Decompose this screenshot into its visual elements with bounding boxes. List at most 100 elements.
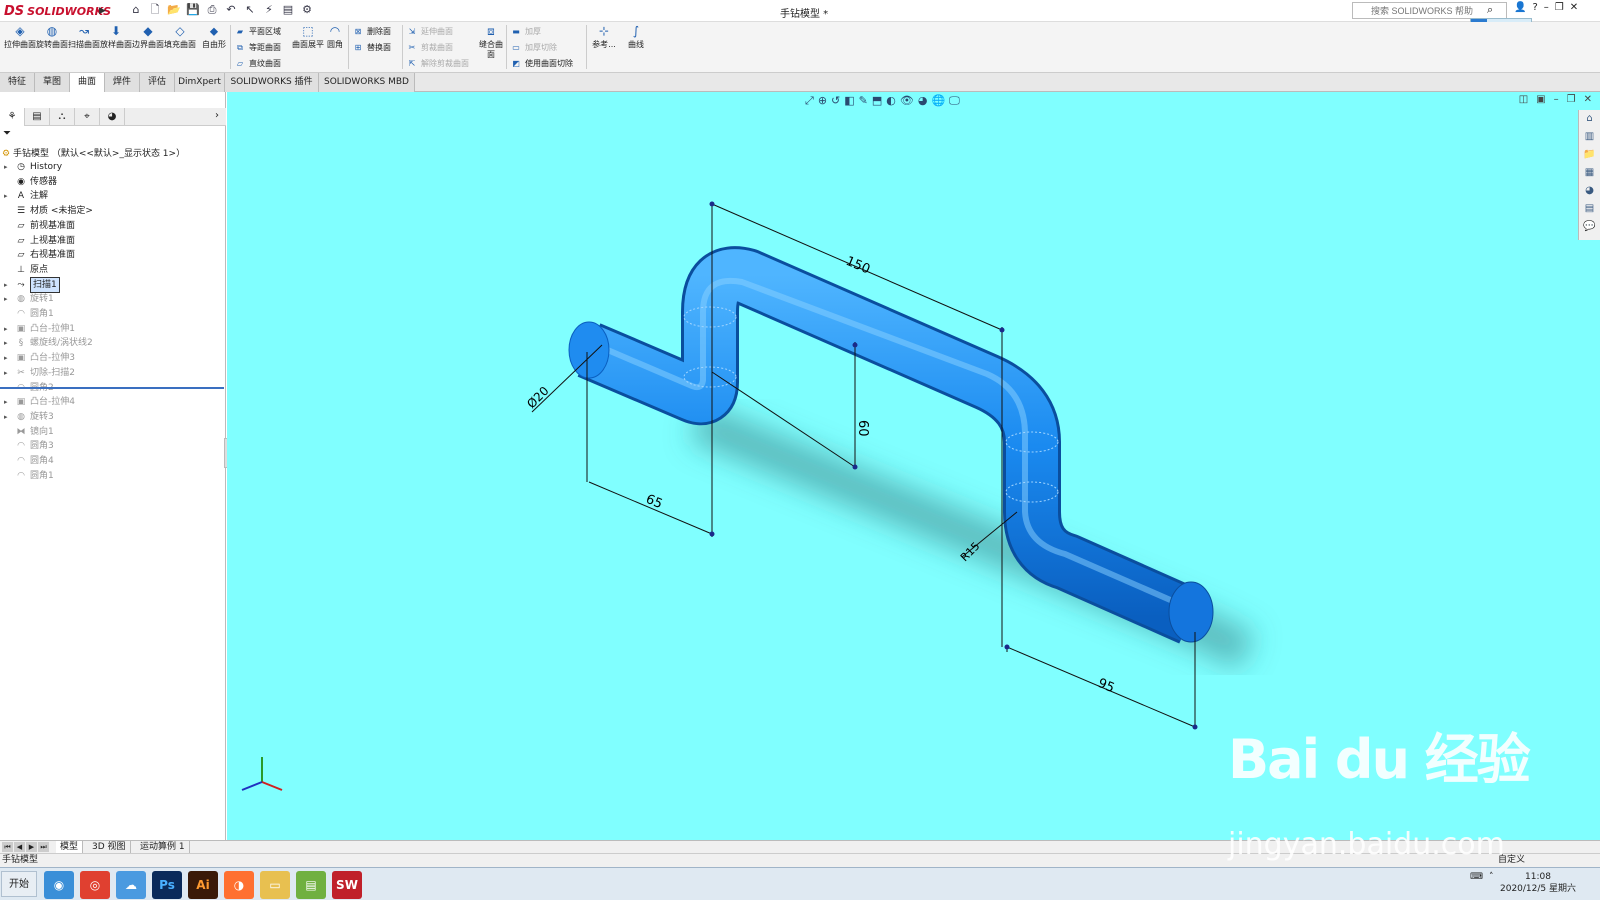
rollback-bar[interactable] xyxy=(0,387,224,389)
user-icon[interactable]: 👤 xyxy=(1514,2,1526,13)
knit-surface-button[interactable]: ⧈ 缝合曲面 xyxy=(478,25,504,70)
explorer-app-icon[interactable]: ▭ xyxy=(260,871,290,899)
expand-arrow-icon[interactable]: ▸ xyxy=(4,351,12,365)
print-icon[interactable]: ⎙ xyxy=(204,2,220,18)
keyboard-icon[interactable]: ⌨ xyxy=(1470,872,1483,882)
close-icon[interactable]: ✕ xyxy=(1570,2,1578,13)
tree-item[interactable]: ⊥ 原点 xyxy=(4,263,48,277)
clock[interactable]: 11:08 2020/12/5 星期六 xyxy=(1500,871,1576,895)
first-tab-icon[interactable]: ⏮ xyxy=(2,842,13,852)
offset-surface-button[interactable]: ⧉ 等距曲面 xyxy=(234,40,281,55)
trim-surface-button[interactable]: ✂ 剪裁曲面 xyxy=(406,40,453,55)
panel-expand-chevron-icon[interactable]: › xyxy=(215,110,219,121)
illustrator-app-icon[interactable]: Ai xyxy=(188,871,218,899)
expand-arrow-icon[interactable]: ▸ xyxy=(4,395,12,409)
expand-arrow-icon[interactable]: ▸ xyxy=(4,410,12,424)
tree-item[interactable]: ▸ ▣ 凸台-拉伸3 xyxy=(4,351,75,365)
boundary-surface-button[interactable]: ◆ 边界曲面 xyxy=(132,25,164,70)
zoom-to-fit-icon[interactable]: ⤢ xyxy=(805,94,814,110)
firefox-app-icon[interactable]: ◑ xyxy=(224,871,254,899)
tree-item[interactable]: ▸ ▣ 凸台-拉伸1 xyxy=(4,322,75,336)
tree-root[interactable]: ⚙ 手钻模型 （默认<<默认>_显示状态 1>） xyxy=(2,146,185,159)
tree-item[interactable]: ▸ ⤳ 扫描1 xyxy=(4,276,60,293)
apply-scene-icon[interactable]: 🌐 xyxy=(931,94,945,110)
expand-arrow-icon[interactable]: ▸ xyxy=(4,322,12,336)
search-icon[interactable]: ⌕ xyxy=(1487,3,1493,17)
custom-properties-icon[interactable]: ▤ xyxy=(1585,203,1594,218)
expand-arrow-icon[interactable]: ▸ xyxy=(4,292,12,306)
planar-surface-button[interactable]: ▰ 平面区域 xyxy=(234,24,281,39)
minimize-icon[interactable]: – xyxy=(1544,2,1549,13)
viewport-tile-icon[interactable]: ▣ xyxy=(1536,94,1545,105)
rebuild-icon[interactable]: ⚡ xyxy=(261,2,277,18)
tree-item[interactable]: ▱ 右视基准面 xyxy=(4,248,75,262)
new-file-icon[interactable]: 🗋 xyxy=(147,2,163,18)
freeform-button[interactable]: ⬥ 自由形 xyxy=(198,25,230,70)
help-search-input[interactable] xyxy=(1352,2,1507,19)
tab-sketch[interactable]: 草图 xyxy=(35,73,70,92)
thicken-button[interactable]: ▬ 加厚 xyxy=(510,24,541,39)
prev-tab-icon[interactable]: ◀ xyxy=(14,842,25,852)
fillet-button[interactable]: ◠ 圆角 xyxy=(324,25,346,70)
help-icon[interactable]: ? xyxy=(1532,2,1537,13)
display-style-icon[interactable]: ◐ xyxy=(886,94,896,110)
tree-item[interactable]: ◠ 圆角1 xyxy=(4,307,54,321)
view-orientation-icon[interactable]: ⬒ xyxy=(872,94,882,110)
tree-item[interactable]: ▸ ▣ 凸台-拉伸4 xyxy=(4,395,75,409)
forum-icon[interactable]: 💬 xyxy=(1583,221,1595,236)
loft-surface-button[interactable]: ⬇ 放样曲面 xyxy=(100,25,132,70)
replace-face-button[interactable]: ⊞ 替换面 xyxy=(352,40,391,55)
tab-evaluate[interactable]: 评估 xyxy=(140,73,175,92)
fill-surface-button[interactable]: ◇ 填充曲面 xyxy=(164,25,196,70)
curves-button[interactable]: ∫ 曲线 xyxy=(620,25,652,70)
view-palette-icon[interactable]: ▦ xyxy=(1585,167,1594,182)
viewport-close-icon[interactable]: ✕ xyxy=(1584,94,1592,105)
delete-face-button[interactable]: ⊠ 删除面 xyxy=(352,24,391,39)
extrude-surface-button[interactable]: ◈ 拉伸曲面 xyxy=(4,25,36,70)
ruled-surface-button[interactable]: ▱ 直纹曲面 xyxy=(234,56,281,71)
viewport-minimize-icon[interactable]: – xyxy=(1554,94,1559,105)
edit-appearance-icon[interactable]: ◕ xyxy=(918,94,928,110)
revolve-surface-button[interactable]: ◍ 旋转曲面 xyxy=(36,25,68,70)
browser-app-icon[interactable]: ◉ xyxy=(44,871,74,899)
display-manager-tab-icon[interactable]: ◕ xyxy=(100,108,125,126)
file-explorer-icon[interactable]: 📁 xyxy=(1583,149,1595,164)
tree-item[interactable]: ◉ 传感器 xyxy=(4,175,57,189)
chrome-app-icon[interactable]: ◎ xyxy=(80,871,110,899)
notepad-app-icon[interactable]: ▤ xyxy=(296,871,326,899)
expand-arrow-icon[interactable]: ▸ xyxy=(4,278,12,292)
restore-icon[interactable]: ❐ xyxy=(1555,2,1564,13)
extend-surface-button[interactable]: ⇲ 延伸曲面 xyxy=(406,24,453,39)
previous-view-icon[interactable]: ↺ xyxy=(831,94,840,110)
thicken-cut-button[interactable]: ▭ 加厚切除 xyxy=(510,40,557,55)
dimxpert-manager-tab-icon[interactable]: ⌖ xyxy=(75,108,100,126)
tab-solidworks-addins[interactable]: SOLIDWORKS 插件 xyxy=(225,73,319,92)
tree-item[interactable]: ▸ A 注解 xyxy=(4,189,48,203)
tree-item[interactable]: ◠ 圆角1 xyxy=(4,469,54,483)
viewport-split-icon[interactable]: ◫ xyxy=(1519,94,1528,105)
tree-item[interactable]: ◠ 圆角4 xyxy=(4,454,54,468)
tree-item[interactable]: ☰ 材质 <未指定> xyxy=(4,204,93,218)
untrim-surface-button[interactable]: ⇱ 解除剪裁曲面 xyxy=(406,56,469,71)
expand-arrow-icon[interactable]: ▸ xyxy=(4,189,12,203)
reference-geometry-button[interactable]: ⊹ 参考... xyxy=(588,25,620,70)
menu-expand-arrow-icon[interactable]: ▶ xyxy=(99,4,107,18)
sweep-surface-button[interactable]: ↝ 扫描曲面 xyxy=(68,25,100,70)
tab-features[interactable]: 特征 xyxy=(0,73,35,92)
baidu-netdisk-app-icon[interactable]: ☁ xyxy=(116,871,146,899)
property-manager-tab-icon[interactable]: ▤ xyxy=(25,108,50,126)
tree-item[interactable]: ▸ ◷ History xyxy=(4,160,62,174)
appearances-icon[interactable]: ◕ xyxy=(1585,185,1594,200)
section-view-icon[interactable]: ◧ xyxy=(844,94,854,110)
tab-surfaces[interactable]: 曲面 xyxy=(70,73,105,92)
expand-arrow-icon[interactable]: ▸ xyxy=(4,160,12,174)
view-settings-icon[interactable]: 🖵 xyxy=(949,94,960,110)
home-icon[interactable]: ⌂ xyxy=(128,2,144,18)
design-library-icon[interactable]: ▥ xyxy=(1585,131,1594,146)
zoom-area-icon[interactable]: ⊕ xyxy=(818,94,827,110)
expand-arrow-icon[interactable]: ▸ xyxy=(4,336,12,350)
tree-item[interactable]: ▸ ◍ 旋转1 xyxy=(4,292,54,306)
tray-expand-icon[interactable]: ˄ xyxy=(1489,872,1494,882)
start-button[interactable]: 开始 xyxy=(1,871,37,897)
photoshop-app-icon[interactable]: Ps xyxy=(152,871,182,899)
